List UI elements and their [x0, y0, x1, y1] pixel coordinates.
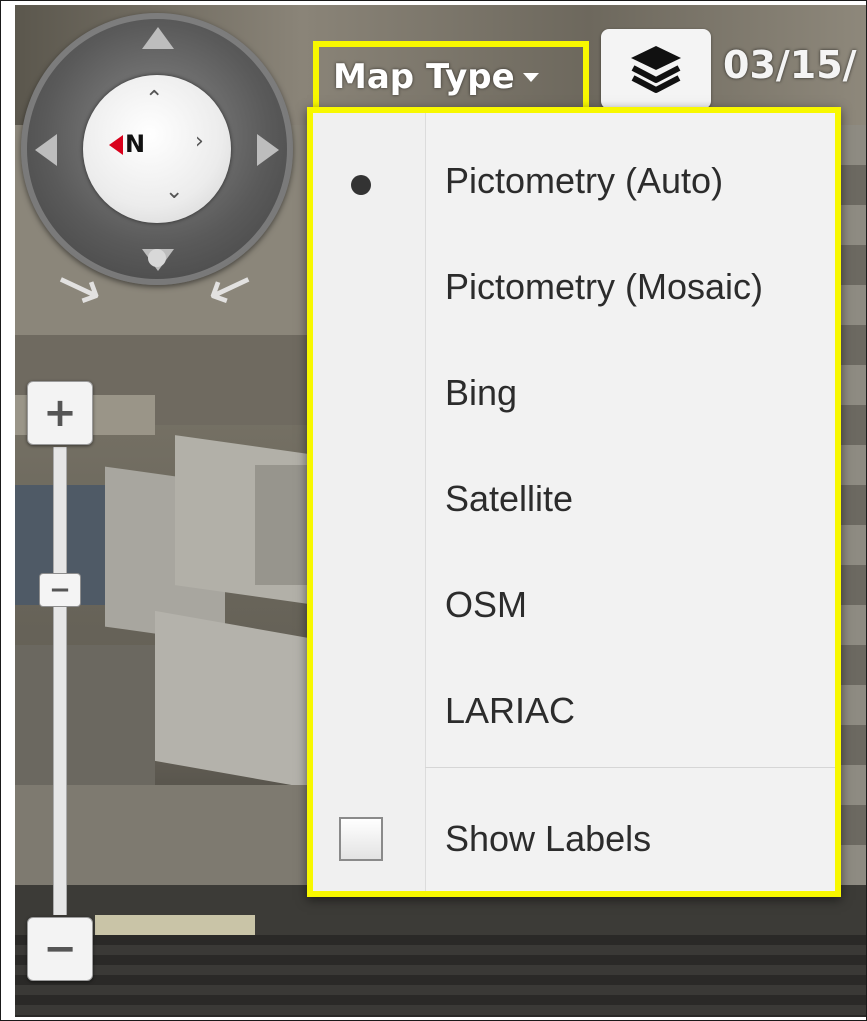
- selected-radio-dot-icon: [351, 175, 371, 195]
- capture-date: 03/15/: [723, 43, 857, 87]
- screenshot-frame: ↘ ↙ N ⌃ › ⌄ + − − Map Type 03/15/ Pictom…: [0, 0, 867, 1021]
- layers-button[interactable]: [601, 29, 711, 109]
- map-type-dropdown-button[interactable]: Map Type: [313, 41, 589, 107]
- show-labels-checkbox[interactable]: [339, 817, 383, 861]
- menu-item-pictometry-mosaic[interactable]: Pictometry (Mosaic): [313, 237, 835, 337]
- pan-right-icon[interactable]: [257, 134, 279, 166]
- north-label: N: [125, 130, 146, 158]
- menu-item-label: OSM: [445, 584, 528, 625]
- menu-item-label: Pictometry (Mosaic): [445, 266, 764, 307]
- north-arrow-icon: [109, 135, 123, 155]
- zoom-slider-track[interactable]: [53, 447, 67, 915]
- pan-left-icon[interactable]: [35, 134, 57, 166]
- navigation-compass[interactable]: N ⌃ › ⌄: [21, 13, 293, 285]
- chevron-right-icon: ›: [195, 129, 204, 154]
- compass-rotate-knob[interactable]: N ⌃ › ⌄: [83, 75, 231, 223]
- compass-handle-dot[interactable]: [148, 249, 166, 267]
- menu-item-label: Show Labels: [445, 818, 652, 859]
- menu-item-osm[interactable]: OSM: [313, 555, 835, 655]
- menu-item-label: Pictometry (Auto): [445, 160, 724, 201]
- zoom-in-button[interactable]: +: [27, 381, 93, 445]
- pan-up-icon[interactable]: [142, 27, 174, 49]
- menu-item-show-labels[interactable]: Show Labels: [313, 789, 835, 889]
- layers-icon: [631, 46, 681, 93]
- menu-item-label: LARIAC: [445, 690, 576, 731]
- menu-item-label: Bing: [445, 372, 518, 413]
- map-type-label: Map Type: [333, 57, 515, 97]
- chevron-up-icon: ⌃: [145, 87, 164, 112]
- menu-item-lariac[interactable]: LARIAC: [313, 661, 835, 761]
- caret-down-icon: [522, 72, 539, 82]
- menu-item-bing[interactable]: Bing: [313, 343, 835, 443]
- menu-item-label: Satellite: [445, 478, 574, 519]
- menu-item-pictometry-auto[interactable]: Pictometry (Auto): [313, 131, 835, 231]
- chevron-down-icon: ⌄: [165, 179, 184, 204]
- menu-divider: [425, 767, 835, 768]
- zoom-slider-thumb[interactable]: −: [39, 573, 81, 607]
- menu-item-satellite[interactable]: Satellite: [313, 449, 835, 549]
- zoom-out-button[interactable]: −: [27, 917, 93, 981]
- map-type-menu: Pictometry (Auto) Pictometry (Mosaic) Bi…: [307, 107, 841, 897]
